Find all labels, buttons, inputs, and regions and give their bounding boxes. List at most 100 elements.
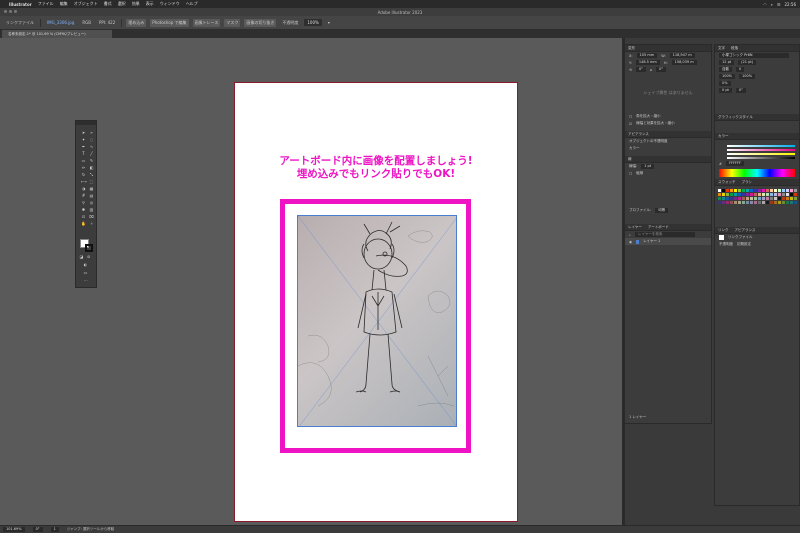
swatch[interactable] <box>762 189 765 192</box>
h-field[interactable]: 158,039 m <box>671 60 697 65</box>
tab-layers[interactable]: レイヤー <box>628 225 642 230</box>
menu-view[interactable]: 表示 <box>146 1 154 7</box>
zoom-tool-icon[interactable]: ⚬ <box>89 222 94 226</box>
control-center-icon[interactable]: ☰ <box>777 2 781 7</box>
artboard-tool-icon[interactable]: ⊡ <box>81 215 86 219</box>
swatch[interactable] <box>726 193 729 196</box>
checkbox-icon[interactable]: ☐ <box>629 172 632 176</box>
wifi-icon[interactable]: ◠ <box>763 2 767 7</box>
swatch[interactable] <box>794 193 797 196</box>
chevron-down-icon[interactable]: ▾ <box>326 19 332 26</box>
rotation-view-field[interactable]: 0° <box>32 527 43 532</box>
swatch[interactable] <box>730 201 733 204</box>
swatch[interactable] <box>738 193 741 196</box>
app-menu[interactable]: Illustrator <box>9 2 32 7</box>
curvature-tool-icon[interactable]: ∿ <box>89 145 94 149</box>
mask-button[interactable]: マスク <box>224 18 241 27</box>
hex-field[interactable]: FFFFFF <box>725 161 745 166</box>
vertical-scale-field[interactable]: 100% <box>719 74 736 79</box>
more-tools-icon[interactable]: ⋯ <box>83 279 88 283</box>
swatch[interactable] <box>782 189 785 192</box>
swatch[interactable] <box>754 189 757 192</box>
swatch[interactable] <box>718 197 721 200</box>
none-color-icon[interactable]: ⊘ <box>86 255 91 259</box>
paintbrush-tool-icon[interactable]: ✎ <box>89 159 94 163</box>
stroke-weight-field[interactable]: 1 pt <box>641 164 655 169</box>
swatch[interactable] <box>770 189 773 192</box>
x-field[interactable]: 105 mm <box>636 53 658 58</box>
placed-image[interactable] <box>297 215 457 427</box>
swatch[interactable] <box>718 193 721 196</box>
angle-field[interactable]: 0° <box>635 67 646 72</box>
eyedropper-tool-icon[interactable]: ⚲ <box>81 201 86 205</box>
screen-mode-icon[interactable]: ▭ <box>83 271 88 275</box>
tab-artboards[interactable]: アートボード <box>648 225 669 230</box>
swatch[interactable] <box>746 189 749 192</box>
swatch[interactable] <box>790 201 793 204</box>
swatch[interactable] <box>758 189 761 192</box>
swatch[interactable] <box>794 189 797 192</box>
swatch[interactable] <box>738 201 741 204</box>
swatch[interactable] <box>738 189 741 192</box>
rotate-tool-icon[interactable]: ↻ <box>81 173 86 177</box>
opacity-field[interactable]: 100% <box>304 19 322 26</box>
swatch[interactable] <box>734 189 737 192</box>
lasso-tool-icon[interactable]: ◌ <box>89 138 94 142</box>
swatch[interactable] <box>730 189 733 192</box>
swatch[interactable] <box>778 197 781 200</box>
shape-builder-tool-icon[interactable]: ◑ <box>81 187 86 191</box>
tab-appearance-2[interactable]: アピアランス <box>735 228 756 233</box>
swatch[interactable] <box>766 201 769 204</box>
tab-paragraph[interactable]: 段落 <box>731 46 738 51</box>
menu-object[interactable]: オブジェクト <box>74 1 98 7</box>
line-tool-icon[interactable]: ╱ <box>89 152 94 156</box>
swatch[interactable] <box>778 193 781 196</box>
swatch[interactable] <box>722 201 725 204</box>
rectangle-tool-icon[interactable]: ▭ <box>81 159 86 163</box>
y-field[interactable]: 148.5 mm <box>635 60 660 65</box>
swatch[interactable] <box>774 197 777 200</box>
color-sliders[interactable] <box>715 140 799 160</box>
menu-help[interactable]: ヘルプ <box>186 1 198 7</box>
swatch[interactable] <box>718 189 721 192</box>
swatch[interactable] <box>778 201 781 204</box>
swatch[interactable] <box>754 201 757 204</box>
tab-transform[interactable]: 変形 <box>628 46 635 51</box>
symbol-sprayer-tool-icon[interactable]: ✺ <box>81 208 86 212</box>
swatch[interactable] <box>750 189 753 192</box>
swatch[interactable] <box>762 201 765 204</box>
layers-search-input[interactable]: レイヤーを検索 <box>634 232 695 237</box>
menu-edit[interactable]: 編集 <box>60 1 68 7</box>
tools-panel-grip[interactable] <box>76 121 96 125</box>
tracking-field[interactable]: 0 <box>736 67 745 72</box>
profile-field[interactable]: 均等 <box>655 208 669 213</box>
tsume-field[interactable]: 0% <box>719 81 731 86</box>
swatch[interactable] <box>722 193 725 196</box>
checkbox-icon[interactable]: ☑ <box>629 122 632 126</box>
zoom-window-button[interactable] <box>14 10 17 13</box>
w-field[interactable]: 118,947 m <box>669 53 695 58</box>
swatch[interactable] <box>766 193 769 196</box>
swatch[interactable] <box>738 197 741 200</box>
swatch[interactable] <box>782 197 785 200</box>
swatch[interactable] <box>786 197 789 200</box>
swatch[interactable] <box>750 201 753 204</box>
embed-button[interactable]: 埋め込み <box>126 18 147 27</box>
yellow-slider[interactable] <box>727 153 795 155</box>
tab-brushes[interactable]: ブラシ <box>742 180 752 185</box>
swatch[interactable] <box>790 189 793 192</box>
swatch[interactable] <box>770 197 773 200</box>
menu-select[interactable]: 選択 <box>118 1 126 7</box>
swatch[interactable] <box>742 193 745 196</box>
tab-graphic-styles[interactable]: グラフィックスタイル <box>718 115 753 120</box>
pencil-tool-icon[interactable]: ✏ <box>81 166 86 170</box>
image-trace-button[interactable]: 画像トレース <box>192 18 221 27</box>
type-tool-icon[interactable]: T <box>81 152 86 156</box>
swatch[interactable] <box>786 189 789 192</box>
horizontal-scale-field[interactable]: 100% <box>739 74 756 79</box>
magic-wand-tool-icon[interactable]: ✦ <box>81 138 86 142</box>
swatch[interactable] <box>730 197 733 200</box>
rotation-field[interactable]: 0° <box>735 88 746 93</box>
swatch[interactable] <box>770 193 773 196</box>
kerning-field[interactable]: 自動 <box>719 67 732 72</box>
